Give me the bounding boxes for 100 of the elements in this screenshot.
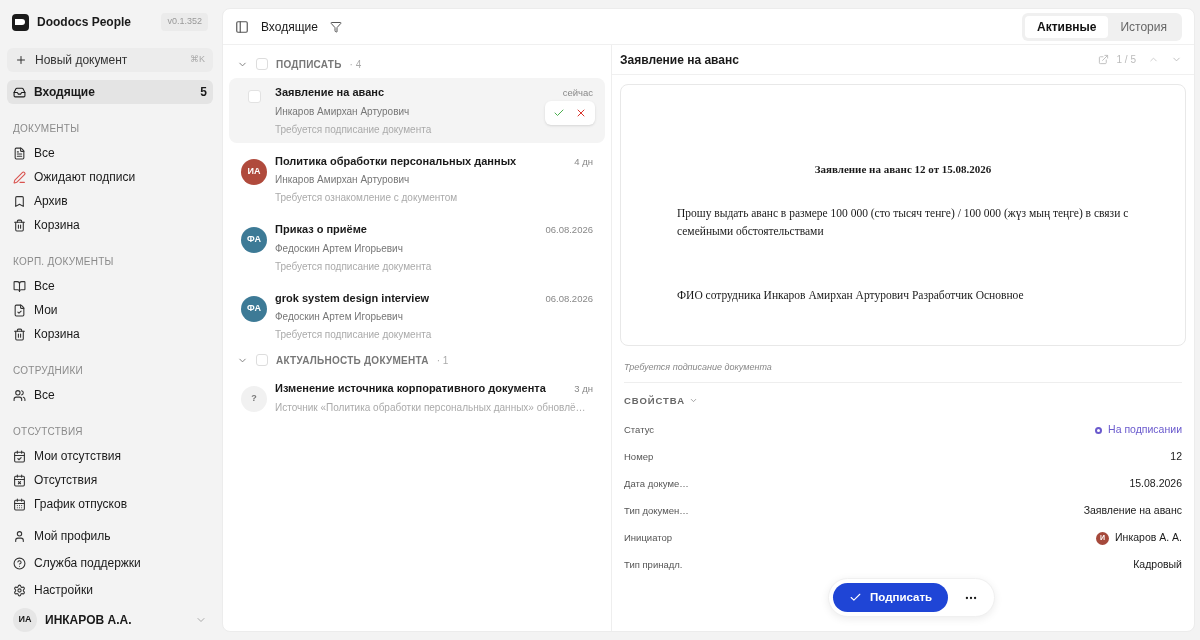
document-time: сейчас xyxy=(562,86,593,100)
document-time: 4 дн xyxy=(574,154,593,169)
toolbar-title: Входящие xyxy=(261,18,318,36)
sidebar-item[interactable]: График отпусков xyxy=(7,492,213,516)
bookmark-icon xyxy=(13,194,26,208)
version-badge: v0.1.352 xyxy=(161,13,208,31)
property-value: 12 xyxy=(1170,449,1182,465)
logo-icon xyxy=(12,13,29,31)
inbox-nav-item[interactable]: Входящие 5 xyxy=(7,80,213,104)
document-title: Политика обработки персональных данных xyxy=(275,153,518,169)
settings-icon xyxy=(13,583,26,597)
document-icon xyxy=(13,146,26,160)
document-row[interactable]: Заявление на аванс сейчас Инкаров Амирхан Артурович Требуется подписание документа xyxy=(229,78,605,143)
sidebar-item[interactable]: Настройки xyxy=(7,578,213,602)
property-label: Дата докуме… xyxy=(624,477,690,492)
avatar: ? xyxy=(241,386,267,412)
property-value: На подписании xyxy=(1108,422,1182,438)
user-avatar: ИА xyxy=(13,608,37,632)
document-note: Источник «Политика обработки персональных данных» обновлё… xyxy=(275,400,587,415)
document-time: 3 дн xyxy=(574,382,593,396)
property-value: Заявление на аванс xyxy=(1083,503,1182,519)
document-row[interactable]: ? Изменение источника корпоративного документа 3 дн Источник «Политика обработки персональных данных» обновлё… xyxy=(229,374,605,421)
property-label: Тип принадл. xyxy=(624,558,684,573)
calendar-icon xyxy=(13,473,26,487)
sidebar-item[interactable]: Все xyxy=(7,383,213,407)
document-author: Инкаров Амирхан Артурович xyxy=(275,104,410,119)
tab[interactable]: Активные xyxy=(1024,15,1109,38)
user-name: ИНКАРОВ А.А. xyxy=(45,612,133,629)
document-time: 06.08.2026 xyxy=(545,291,593,306)
group-title: АКТУАЛЬНОСТЬ ДОКУМЕНТА xyxy=(276,353,429,368)
sidebar-item[interactable]: Ожидают подписи xyxy=(7,165,213,189)
check-icon xyxy=(849,591,862,604)
avatar: ФА xyxy=(241,295,267,322)
property-value: 15.08.2026 xyxy=(1129,476,1182,492)
external-link-icon[interactable] xyxy=(1097,54,1109,65)
sign-button[interactable]: Подписать xyxy=(833,583,949,612)
sidebar-item[interactable]: Отсутствия xyxy=(7,468,213,492)
sidebar-item[interactable]: Все xyxy=(7,274,213,298)
avatar: ФА xyxy=(241,227,267,253)
close-icon[interactable] xyxy=(575,107,587,119)
property-label: Номер xyxy=(624,450,655,465)
help-icon xyxy=(13,556,26,570)
document-title: Заявление на аванс xyxy=(275,85,386,100)
section-title: ДОКУМЕНТЫ xyxy=(12,122,81,136)
document-row[interactable]: ФА grok system design interview 06.08.2026 Федоскин Артем Игорьевич Требуется подписание документа xyxy=(229,283,605,348)
document-heading: Заявление на аванс 12 от 15.08.2026 xyxy=(813,162,993,177)
document-note: Требуется подписание документа xyxy=(275,259,433,274)
document-note: Требуется подписание документа xyxy=(275,328,433,342)
check-icon[interactable] xyxy=(553,107,565,119)
document-row[interactable]: ФА Приказ о приёме 06.08.2026 Федоскин Артем Игорьевич Требуется подписание документа xyxy=(229,215,605,280)
document-body: Прошу выдать аванс в размере 100 000 (сто тысяч тенге) / 100 000 (жүз мың теңге) в связи с семейными обстоятельствами xyxy=(677,205,1129,239)
group-count: · 4 xyxy=(349,57,362,72)
document-author: Инкаров Амирхан Артурович xyxy=(275,173,410,187)
document-author: Федоскин Артем Игорьевич xyxy=(275,241,403,256)
inbox-count: 5 xyxy=(200,84,207,101)
checkbox[interactable] xyxy=(247,90,261,103)
sidebar-item[interactable]: Все xyxy=(7,141,213,165)
document-row[interactable]: ИА Политика обработки персональных данных 4 дн Инкаров Амирхан Артурович Требуется ознакомление с документом xyxy=(229,146,605,211)
plus-icon xyxy=(15,54,27,66)
document-title: grok system design interview xyxy=(275,290,431,306)
property-value: Инкаров А. А. xyxy=(1115,530,1182,546)
new-document-button[interactable]: Новый документ ⌘K xyxy=(7,48,213,72)
sidebar-item[interactable]: Корзина xyxy=(7,213,213,237)
sidebar-item[interactable]: Архив xyxy=(7,189,213,213)
pen-icon xyxy=(13,170,26,184)
user-icon xyxy=(13,529,26,543)
tab[interactable]: История xyxy=(1108,15,1179,38)
group-count: · 1 xyxy=(436,353,449,368)
group-title: ПОДПИСАТЬ xyxy=(276,57,342,72)
users-icon xyxy=(13,388,26,402)
property-label: Тип докумен… xyxy=(624,504,690,519)
book-icon xyxy=(13,279,26,293)
avatar: ИА xyxy=(241,158,267,185)
sidebar-item[interactable]: Мои отсутствия xyxy=(7,444,213,468)
sidebar-item[interactable]: Мои xyxy=(7,298,213,322)
app-name: Doodocs People xyxy=(37,14,132,31)
calendar-icon xyxy=(13,449,26,463)
sidebar-toggle-icon[interactable] xyxy=(235,19,249,34)
sidebar-item[interactable]: Мой профиль xyxy=(7,524,213,548)
sidebar-item[interactable]: Корзина xyxy=(7,322,213,346)
detail-title: Заявление на аванс xyxy=(620,51,740,69)
document-note: Требуется ознакомление с документом xyxy=(275,191,459,205)
checkbox[interactable] xyxy=(256,58,268,70)
filter-icon[interactable] xyxy=(329,20,342,33)
checkbox[interactable] xyxy=(256,354,268,366)
property-label: Статус xyxy=(624,423,656,438)
document-caption: Требуется подписание документа xyxy=(623,361,773,374)
document-signature: ФИО сотрудника Инкаров Амирхан Артурович Разработчик Основное xyxy=(677,287,1025,304)
section-title: СОТРУДНИКИ xyxy=(12,364,84,378)
property-value: Кадровый xyxy=(1133,557,1182,573)
inbox-icon xyxy=(13,85,26,99)
section-title: ОТСУТСТВИЯ xyxy=(12,425,84,439)
document-title: Изменение источника корпоративного документа xyxy=(275,381,547,396)
document-note: Требуется подписание документа xyxy=(275,122,433,137)
sidebar-item[interactable]: Служба поддержки xyxy=(7,551,213,575)
calendar-icon xyxy=(13,497,26,511)
shortcut-hint: ⌘K xyxy=(190,53,205,67)
trash-icon xyxy=(13,218,26,232)
property-label: Инициатор xyxy=(624,531,673,546)
properties-title: СВОЙСТВА xyxy=(624,393,685,408)
